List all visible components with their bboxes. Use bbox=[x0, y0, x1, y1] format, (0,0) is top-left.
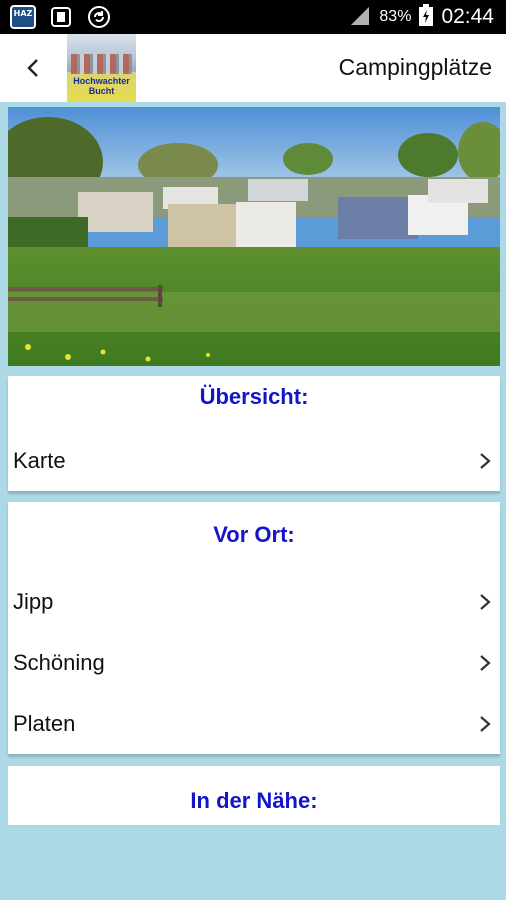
list-item-schoening[interactable]: Schöning bbox=[8, 633, 500, 693]
list-item-label: Schöning bbox=[13, 650, 105, 675]
back-button[interactable] bbox=[17, 52, 49, 84]
page-title: Campingplätze bbox=[338, 54, 492, 80]
chevron-left-icon bbox=[27, 59, 38, 77]
chevron-right-icon bbox=[480, 716, 491, 732]
battery-icon bbox=[419, 3, 434, 31]
list-item-karte[interactable]: Karte bbox=[8, 431, 500, 491]
haz-app-icon: HAZ bbox=[10, 5, 36, 29]
campsite-photo bbox=[8, 107, 500, 366]
clock: 02:44 bbox=[441, 5, 494, 28]
list-item-label: Karte bbox=[13, 448, 66, 473]
list-item-jipp[interactable]: Jipp bbox=[8, 572, 500, 632]
list-item-label: Platen bbox=[13, 711, 76, 736]
logo-text: Hochwachter Bucht bbox=[73, 76, 130, 96]
list-item-platen[interactable]: Platen bbox=[8, 694, 500, 754]
app-bar: Hochwachter Bucht Campingplätze bbox=[0, 34, 506, 102]
section-title: In der Nähe: bbox=[190, 788, 318, 813]
section-nearby: In der Nähe: bbox=[8, 766, 500, 825]
list-item-label: Jipp bbox=[13, 589, 54, 614]
status-bar: HAZ 83% 02:44 bbox=[0, 0, 506, 34]
app-logo: Hochwachter Bucht bbox=[67, 34, 136, 102]
logo-houses bbox=[71, 54, 132, 74]
section-overview: Übersicht: Karte bbox=[8, 376, 500, 491]
screenshot-icon bbox=[48, 5, 74, 29]
chevron-right-icon bbox=[480, 453, 491, 469]
sync-icon bbox=[86, 5, 112, 29]
section-title: Vor Ort: bbox=[213, 522, 295, 547]
chevron-right-icon bbox=[480, 594, 491, 610]
section-title: Übersicht: bbox=[199, 384, 309, 409]
notification-icons: HAZ bbox=[10, 5, 112, 29]
chevron-right-icon bbox=[480, 655, 491, 671]
section-on-site: Vor Ort: Jipp Schöning Platen bbox=[8, 502, 500, 754]
battery-percent: 83% bbox=[379, 8, 412, 25]
signal-icon bbox=[349, 5, 371, 30]
